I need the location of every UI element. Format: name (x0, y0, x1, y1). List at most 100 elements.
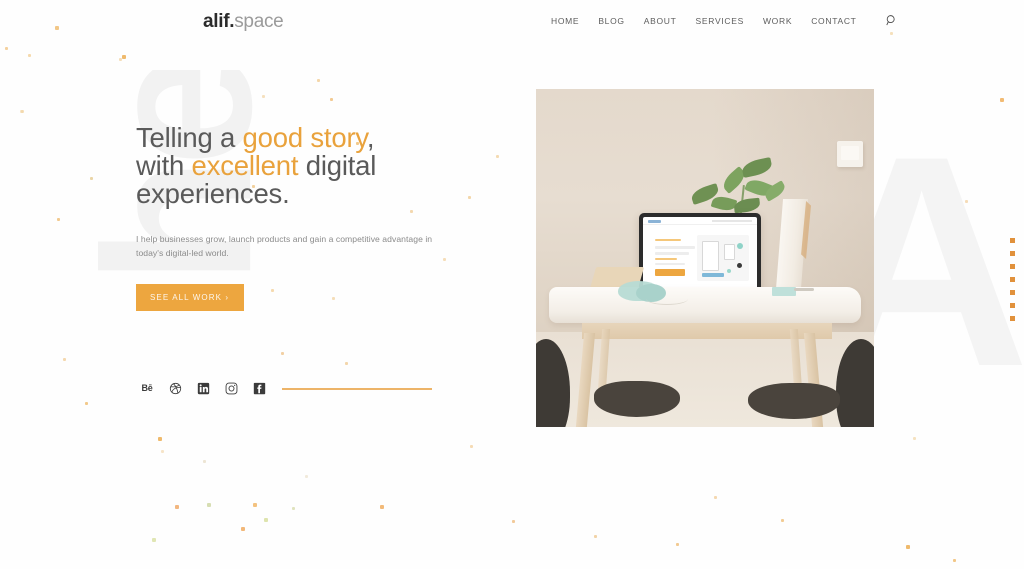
pagination-dot[interactable] (1010, 238, 1015, 243)
see-all-work-button[interactable]: SEE ALL WORK › (136, 284, 245, 311)
confetti-dot (152, 538, 156, 542)
headline-line1-b: , (366, 122, 375, 153)
confetti-dot (470, 445, 473, 448)
headline-line2-accent: excellent (191, 150, 299, 181)
pagination-dot[interactable] (1010, 251, 1015, 256)
illus-dot (737, 243, 743, 249)
dribbble-icon[interactable] (168, 381, 182, 395)
confetti-dot (175, 505, 179, 509)
headline-line2-a: with (136, 150, 192, 181)
confetti-dot (496, 155, 499, 158)
confetti-dot (953, 559, 956, 562)
confetti-dot (90, 177, 93, 180)
confetti-dot (330, 98, 333, 101)
nav-item-home[interactable]: HOME (551, 16, 579, 26)
confetti-dot (85, 402, 88, 405)
pagination-dot[interactable] (1010, 264, 1015, 269)
screen-line (655, 263, 685, 265)
illus-dot (737, 263, 742, 268)
main-nav: HOME BLOG ABOUT SERVICES WORK CONTACT (551, 14, 898, 27)
pagination-dot[interactable] (1010, 277, 1015, 282)
hero-divider (282, 388, 432, 390)
pagination-dot[interactable] (1010, 316, 1015, 321)
confetti-dot (119, 58, 122, 61)
confetti-dot (913, 437, 916, 440)
confetti-dot (5, 47, 8, 50)
headline-line3: experiences. (136, 178, 290, 209)
slider-pagination (1010, 238, 1015, 321)
instagram-icon[interactable] (224, 381, 238, 395)
confetti-dot (345, 362, 348, 365)
confetti-dot (28, 54, 31, 57)
confetti-dot (57, 218, 60, 221)
confetti-dot (906, 545, 910, 549)
screen-line (655, 258, 677, 260)
desk-top (549, 287, 861, 323)
illus-card (702, 241, 719, 271)
social-links: Bē (140, 381, 266, 395)
confetti-dot (292, 507, 295, 510)
site-header: alif.space HOME BLOG ABOUT SERVICES WORK… (0, 0, 1024, 42)
page-title: Telling a good story, with excellent dig… (136, 124, 466, 208)
confetti-dot (21, 110, 24, 113)
headline-line1-accent: good story (242, 122, 368, 153)
workspace-photo (536, 89, 874, 427)
confetti-dot (63, 358, 66, 361)
nav-item-services[interactable]: SERVICES (696, 16, 744, 26)
pagination-dot[interactable] (1010, 290, 1015, 295)
confetti-dot (122, 55, 126, 59)
confetti-dot (264, 518, 268, 522)
illus-dot (727, 269, 731, 273)
confetti-dot (380, 505, 384, 509)
confetti-dot (512, 520, 515, 523)
confetti-dot (158, 437, 162, 441)
hero-copy: Telling a good story, with excellent dig… (136, 124, 466, 311)
nav-item-about[interactable]: ABOUT (644, 16, 677, 26)
headline-line2-b: digital (298, 150, 377, 181)
sticky-note (772, 287, 796, 296)
search-icon[interactable] (885, 14, 898, 27)
landing-page: hello A alif.space HOME BLOG ABOUT SERVI… (0, 0, 1024, 569)
confetti-dot (20, 110, 23, 113)
confetti-dot (594, 535, 597, 538)
logo-light-part: space (234, 11, 284, 32)
hero-workspace-image (536, 89, 874, 427)
confetti-dot (253, 503, 257, 507)
screen-line (655, 252, 689, 255)
confetti-dot (262, 95, 265, 98)
screen-nav (712, 220, 752, 222)
screen-logo (648, 219, 661, 223)
logo-bold-part: alif. (203, 11, 235, 32)
confetti-dot (781, 519, 784, 522)
laptop-screen (643, 217, 757, 291)
confetti-dot (207, 503, 211, 507)
screen-illustration (697, 235, 749, 281)
headline-line1-a: Telling a (136, 122, 243, 153)
site-logo[interactable]: alif.space (203, 11, 284, 33)
pagination-dot[interactable] (1010, 303, 1015, 308)
confetti-dot (714, 496, 717, 499)
screen-line (655, 246, 695, 249)
nav-item-work[interactable]: WORK (763, 16, 792, 26)
nav-item-blog[interactable]: BLOG (598, 16, 624, 26)
behance-icon[interactable]: Bē (140, 381, 154, 395)
confetti-dot (468, 196, 471, 199)
screen-line (655, 239, 681, 241)
cable (646, 293, 688, 305)
chair-left-seat (594, 381, 680, 417)
confetti-dot (281, 352, 284, 355)
screen-cta (655, 269, 685, 276)
illus-bar (702, 273, 724, 277)
confetti-dot (317, 79, 320, 82)
light-switch (837, 141, 863, 167)
confetti-dot (241, 527, 245, 531)
illus-card (724, 244, 735, 260)
laptop (639, 213, 761, 295)
facebook-icon[interactable] (252, 381, 266, 395)
confetti-dot (305, 475, 308, 478)
chair-right-seat (748, 383, 840, 419)
confetti-dot (203, 460, 206, 463)
linkedin-icon[interactable] (196, 381, 210, 395)
nav-item-contact[interactable]: CONTACT (811, 16, 856, 26)
confetti-dot (161, 450, 164, 453)
